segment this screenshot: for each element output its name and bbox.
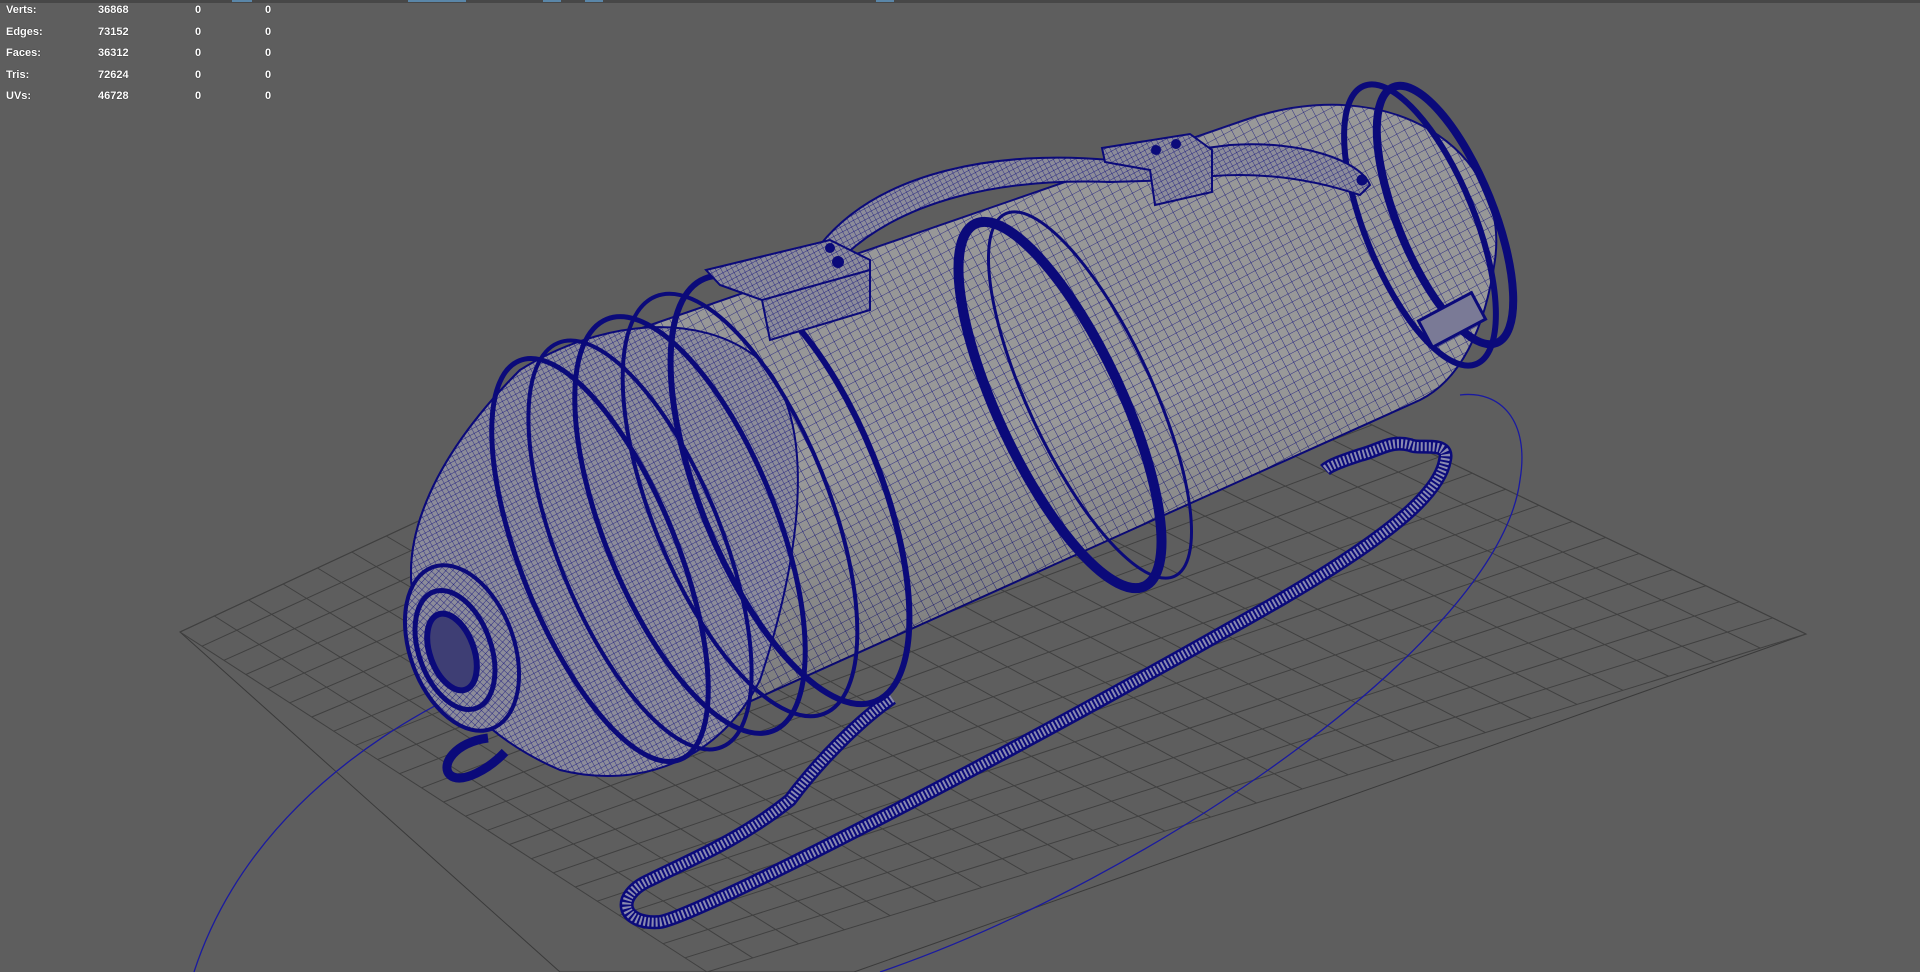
hud-label: Faces: — [6, 47, 41, 60]
grid-line — [706, 633, 1807, 972]
hud-label: Edges: — [6, 25, 43, 38]
hud-value: 0 — [265, 4, 272, 16]
hud-value: 0 — [195, 25, 202, 38]
hud-value: 36868 — [98, 4, 129, 16]
hud-value: 0 — [195, 47, 202, 60]
hud-value: 0 — [195, 90, 202, 103]
hud-label: Verts: — [6, 4, 37, 16]
hud-value: 0 — [265, 90, 272, 103]
hud-value: 0 — [195, 4, 202, 16]
hud-value: 72624 — [98, 68, 129, 81]
grid-line — [684, 617, 1773, 959]
hud-value: 0 — [265, 68, 272, 81]
hud-value: 0 — [195, 68, 202, 81]
hud-value: 73152 — [98, 25, 129, 38]
hud-label: UVs: — [6, 90, 32, 103]
scene-render[interactable] — [0, 0, 1920, 972]
hud-value: 46728 — [98, 90, 129, 103]
hud-value: 0 — [265, 25, 272, 38]
hud-value: 0 — [265, 47, 272, 60]
hud-value: 36312 — [98, 47, 129, 60]
hud-label: Tris: — [6, 68, 30, 81]
3d-viewport[interactable]: Verts: 36868 0 0 Edges: 73152 0 0 Faces: 36312 0 0 T… — [0, 0, 1920, 972]
nozzle-loop[interactable] — [442, 733, 509, 783]
